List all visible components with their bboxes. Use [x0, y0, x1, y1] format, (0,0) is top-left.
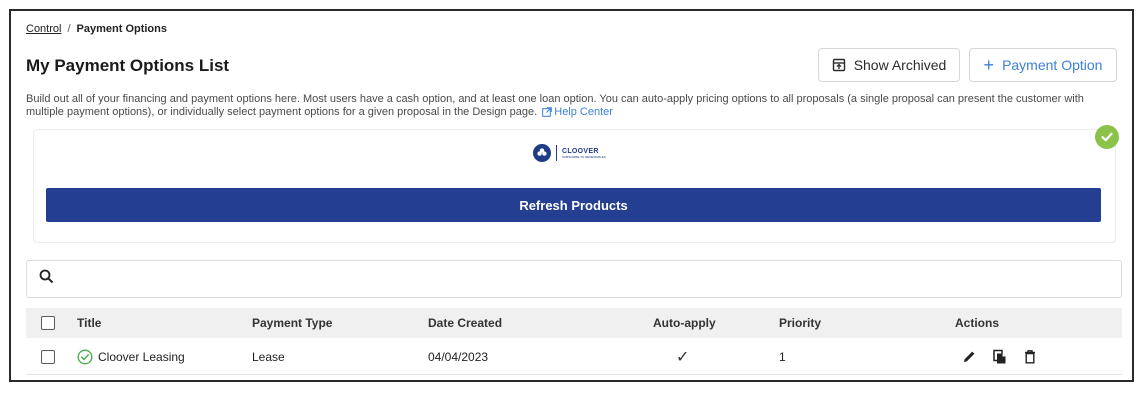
table-header: Title Payment Type Date Created Auto-app…: [26, 308, 1122, 338]
row-title[interactable]: Cloover Leasing: [98, 350, 185, 364]
payment-options-page: Control / Payment Options My Payment Opt…: [9, 9, 1134, 382]
row-priority: 1: [779, 349, 786, 364]
breadcrumb: Control / Payment Options: [26, 23, 167, 35]
add-payment-option-button[interactable]: + Payment Option: [969, 48, 1117, 82]
clover-leaf-icon: [533, 144, 551, 162]
cloover-logo: CLOOVER SUBSCRIBE TO RENEWABLES: [533, 144, 606, 162]
logo-tagline: SUBSCRIBE TO RENEWABLES: [562, 154, 606, 159]
column-header-auto-apply[interactable]: Auto-apply: [653, 308, 716, 338]
logo-name: CLOOVER: [562, 147, 599, 155]
column-header-payment-type[interactable]: Payment Type: [252, 308, 332, 338]
cloover-integration-card: CLOOVER SUBSCRIBE TO RENEWABLES Refresh …: [33, 129, 1116, 243]
refresh-products-button[interactable]: Refresh Products: [46, 188, 1101, 222]
select-all-checkbox[interactable]: [41, 316, 55, 330]
column-header-date-created[interactable]: Date Created: [428, 308, 502, 338]
search-icon[interactable]: [39, 269, 54, 289]
breadcrumb-separator: /: [67, 23, 71, 35]
row-auto-apply-check: ✓: [676, 348, 690, 366]
breadcrumb-current: Payment Options: [76, 23, 167, 35]
archive-icon: [832, 58, 846, 72]
active-status-icon: [77, 348, 93, 365]
show-archived-label: Show Archived: [853, 57, 947, 73]
logo-divider: [556, 145, 557, 161]
connected-check-icon: [1095, 125, 1119, 149]
duplicate-icon[interactable]: [992, 349, 1008, 365]
table-row: Cloover Leasing Lease 04/04/2023 ✓ 1: [26, 339, 1122, 375]
help-center-label: Help Center: [554, 106, 613, 118]
column-header-actions: Actions: [955, 316, 1000, 330]
row-date-created: 04/04/2023: [428, 349, 489, 364]
add-payment-option-label: Payment Option: [1002, 57, 1103, 73]
show-archived-button[interactable]: Show Archived: [818, 48, 960, 82]
edit-icon[interactable]: [962, 349, 977, 364]
breadcrumb-control-link[interactable]: Control: [26, 23, 61, 35]
external-link-icon: [542, 107, 553, 121]
column-header-title[interactable]: Title: [77, 308, 101, 338]
column-header-priority[interactable]: Priority: [779, 308, 821, 338]
page-title: My Payment Options List: [26, 56, 230, 75]
delete-icon[interactable]: [1023, 349, 1037, 364]
help-center-link[interactable]: Help Center: [540, 106, 613, 118]
row-checkbox[interactable]: [41, 349, 55, 364]
search-bar: [26, 260, 1122, 298]
page-description: Build out all of your financing and paym…: [26, 93, 1111, 121]
search-input[interactable]: [62, 264, 1121, 294]
row-payment-type: Lease: [252, 349, 285, 364]
plus-icon: +: [983, 55, 995, 75]
